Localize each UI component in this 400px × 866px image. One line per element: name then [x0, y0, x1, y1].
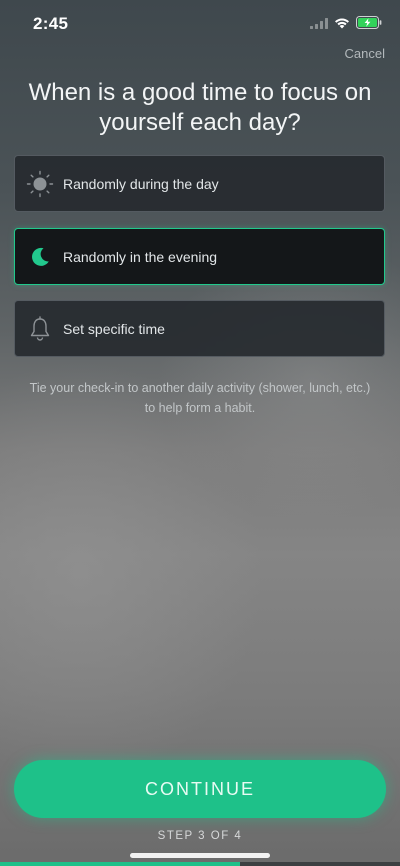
option-label: Randomly in the evening [63, 248, 218, 265]
option-label: Randomly during the day [63, 175, 219, 192]
status-bar: 2:45 [0, 0, 400, 48]
status-time: 2:45 [33, 14, 69, 33]
home-indicator[interactable] [130, 853, 270, 858]
wifi-icon [334, 16, 350, 34]
option-evening[interactable]: Randomly in the evening [14, 228, 385, 285]
sun-icon [18, 155, 62, 212]
battery-charging-icon [356, 16, 382, 34]
status-icons [310, 16, 382, 34]
option-label: Set specific time [63, 320, 165, 337]
moon-icon [18, 228, 62, 285]
continue-button[interactable]: CONTINUE [14, 760, 386, 818]
option-specific-time[interactable]: Set specific time [14, 300, 385, 357]
hint-text: Tie your check-in to another daily activ… [29, 381, 371, 415]
option-day[interactable]: Randomly during the day [14, 155, 385, 212]
progress-bar [0, 862, 400, 866]
step-indicator: STEP 3 OF 4 [157, 830, 243, 842]
signal-icon [310, 16, 328, 34]
bell-icon [18, 300, 62, 357]
page-title: When is a good time to focus on yourself… [28, 79, 372, 136]
cancel-button[interactable]: Cancel [345, 46, 385, 61]
progress-fill [0, 862, 240, 866]
